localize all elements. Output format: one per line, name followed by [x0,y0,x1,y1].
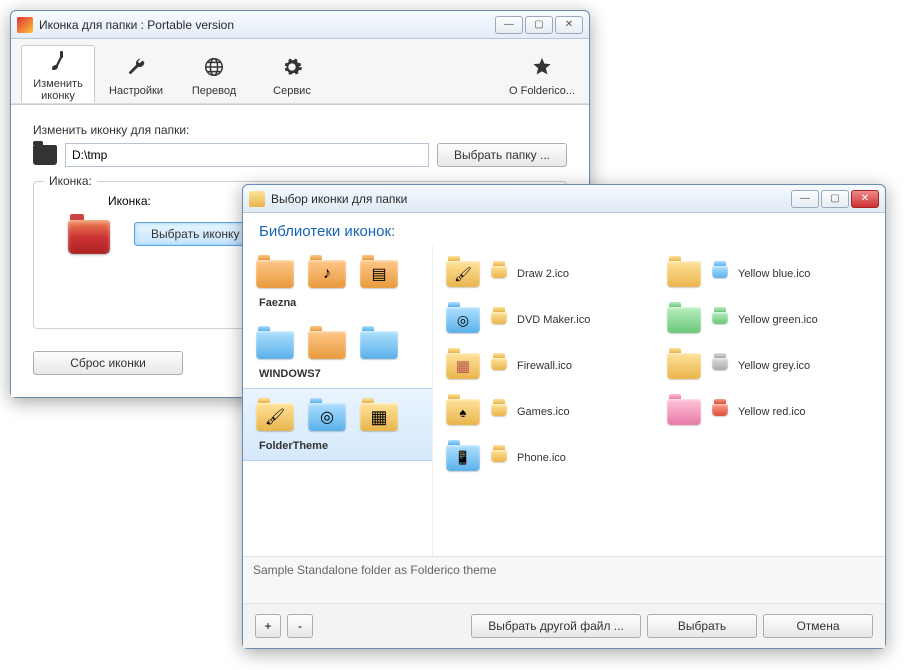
doc-icon: ▤ [360,260,398,288]
dialog-title: Выбор иконки для папки [271,192,791,206]
brush-icon [44,48,72,74]
list-item[interactable]: Yellow grey.ico [664,344,875,388]
app-icon [17,17,33,33]
dialog-maximize-button[interactable]: ▢ [821,190,849,208]
library-item-faezna[interactable]: ♪ ▤ Faezna [243,246,432,317]
music-icon: ♪ [308,260,346,288]
brushes-icon: 🖌 [446,261,480,287]
game-icon: ♠ [446,399,480,425]
library-list[interactable]: ♪ ▤ Faezna WINDOWS7 🖌 ◎ [243,246,433,556]
change-icon-label: Изменить иконку для папки: [33,123,567,137]
wrench-icon [122,53,150,81]
phone-icon: 📱 [446,445,480,471]
maximize-button[interactable]: ▢ [525,16,553,34]
reset-icon-button[interactable]: Сброс иконки [33,351,183,375]
toolbar-service[interactable]: Сервис [255,45,329,103]
toolbar-change-icon[interactable]: Изменить иконку [21,45,95,103]
toolbar: Изменить иконку Настройки Перевод Сервис [11,39,589,104]
list-item[interactable]: Yellow blue.ico [664,252,875,296]
dialog-app-icon [249,191,265,207]
icon-picker-dialog: Выбор иконки для папки — ▢ ✕ Библиотеки … [242,184,886,649]
list-item[interactable]: Yellow red.ico [664,390,875,434]
gear-icon [278,53,306,81]
list-item[interactable]: ▦ Firewall.ico [443,344,654,388]
dialog-titlebar[interactable]: Выбор иконки для папки — ▢ ✕ [243,185,885,213]
library-item-windows7[interactable]: WINDOWS7 [243,317,432,388]
dialog-header: Библиотеки иконок: [243,213,885,246]
list-item[interactable]: 📱 Phone.ico [443,436,654,480]
icon-preview [68,220,110,254]
disc-icon: ◎ [308,403,346,431]
list-item[interactable]: Yellow green.ico [664,298,875,342]
dialog-minimize-button[interactable]: — [791,190,819,208]
dialog-close-button[interactable]: ✕ [851,190,879,208]
brushes-icon: 🖌 [256,403,294,431]
wall-icon: ▦ [360,403,398,431]
library-item-foldertheme[interactable]: 🖌 ◎ ▦ FolderTheme [243,388,432,461]
globe-icon [200,53,228,81]
toolbar-change-label: Изменить иконку [33,78,83,102]
toolbar-about[interactable]: О Folderico... [505,45,579,103]
close-button[interactable]: ✕ [555,16,583,34]
list-item[interactable]: ◎ DVD Maker.ico [443,298,654,342]
disc-icon: ◎ [446,307,480,333]
pick-other-file-button[interactable]: Выбрать другой файл ... [471,614,641,638]
list-item[interactable]: ♠ Games.ico [443,390,654,434]
dialog-footer: + - Выбрать другой файл ... Выбрать Отме… [243,603,885,648]
minimize-button[interactable]: — [495,16,523,34]
star-icon [528,53,556,81]
remove-library-button[interactable]: - [287,614,313,638]
main-titlebar[interactable]: Иконка для папки : Portable version — ▢ … [11,11,589,39]
select-button[interactable]: Выбрать [647,614,757,638]
icon-group-legend: Иконка: [44,174,97,188]
add-library-button[interactable]: + [255,614,281,638]
description-bar: Sample Standalone folder as Folderico th… [243,556,885,603]
cancel-button[interactable]: Отмена [763,614,873,638]
toolbar-translate[interactable]: Перевод [177,45,251,103]
toolbar-settings[interactable]: Настройки [99,45,173,103]
wall-icon: ▦ [446,353,480,379]
path-input[interactable]: D:\tmp [65,143,429,167]
icon-grid[interactable]: 🖌 Draw 2.ico Yellow blue.ico ◎ DVD Maker… [433,246,885,556]
window-title: Иконка для папки : Portable version [39,18,495,32]
browse-folder-button[interactable]: Выбрать папку ... [437,143,567,167]
list-item[interactable]: 🖌 Draw 2.ico [443,252,654,296]
folder-icon [33,145,57,165]
